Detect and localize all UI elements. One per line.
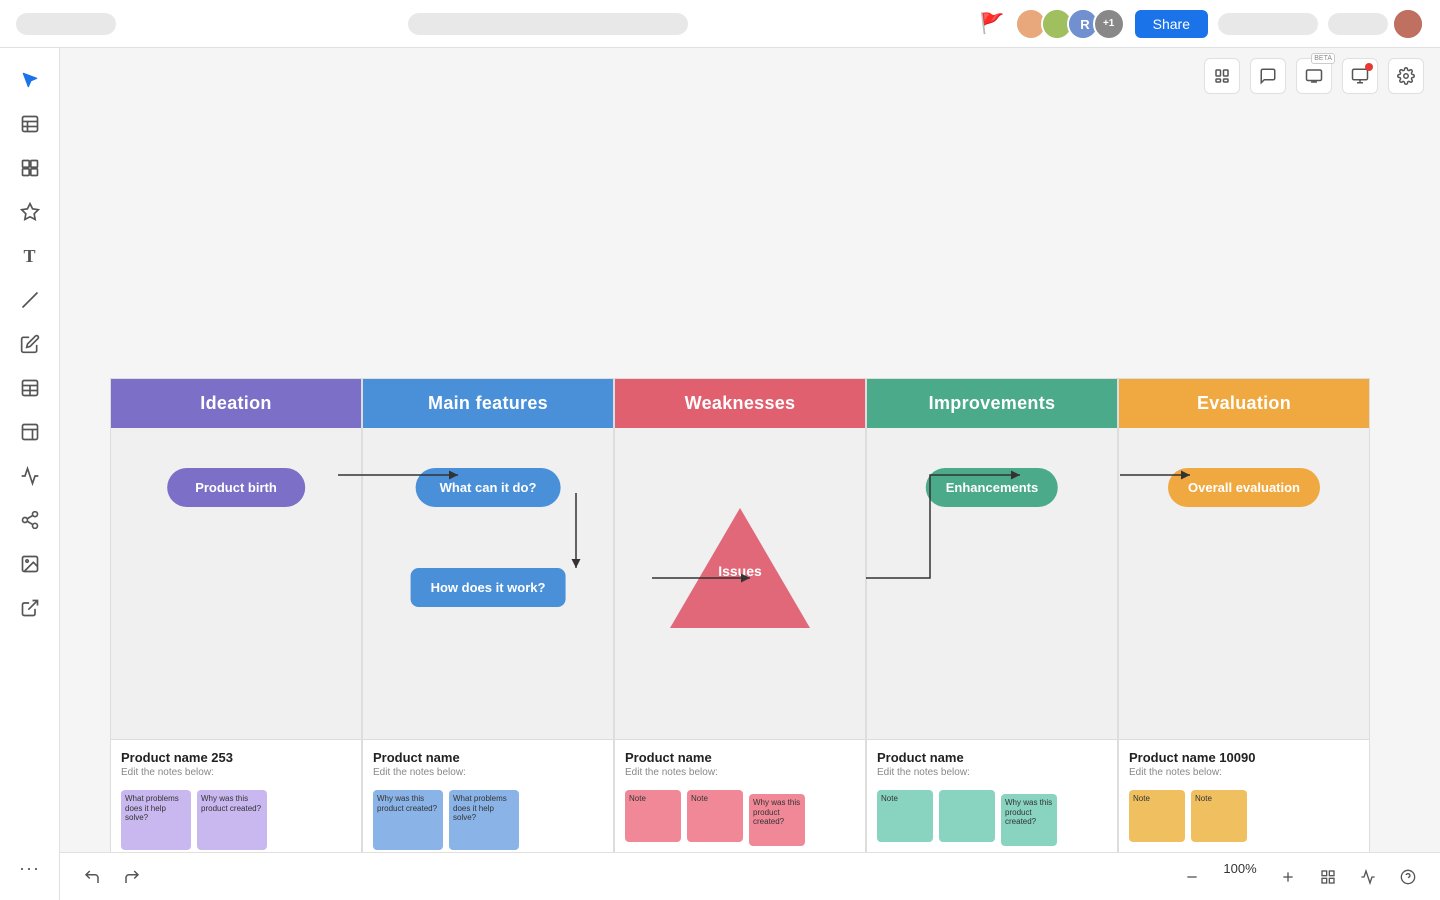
canvas: Ideation Product birth Product name 253 … bbox=[60, 48, 1440, 900]
settings-icon-btn[interactable] bbox=[1388, 58, 1424, 94]
avatar-group: R +1 bbox=[1015, 8, 1125, 40]
present-icon-btn[interactable]: BETA bbox=[1296, 58, 1332, 94]
topbar-right: 🚩 R +1 Share bbox=[980, 8, 1424, 40]
card-ideation-title: Product name 253 bbox=[121, 750, 351, 765]
topbar-input[interactable] bbox=[1218, 13, 1318, 35]
list-item[interactable]: Note bbox=[625, 790, 681, 842]
beta-badge: BETA bbox=[1311, 53, 1335, 64]
sidebar-item-components[interactable] bbox=[10, 148, 50, 188]
zoom-controls: 100% bbox=[1176, 861, 1424, 893]
card-eval-stickies: Note Note bbox=[1129, 786, 1359, 842]
pages-icon-btn[interactable] bbox=[1204, 58, 1240, 94]
list-item[interactable]: Note bbox=[877, 790, 933, 842]
card-improve-sub: Edit the notes below: bbox=[877, 767, 1107, 778]
card-ideation-sub: Edit the notes below: bbox=[121, 767, 351, 778]
product-birth-node[interactable]: Product birth bbox=[167, 468, 305, 507]
sidebar-item-workflow[interactable] bbox=[10, 500, 50, 540]
toolbar-right: BETA bbox=[1204, 58, 1424, 94]
sidebar-item-sticky[interactable] bbox=[10, 412, 50, 452]
enhancements-label: Enhancements bbox=[926, 468, 1058, 507]
help-button[interactable] bbox=[1392, 861, 1424, 893]
sidebar-item-favorites[interactable] bbox=[10, 192, 50, 232]
undo-button[interactable] bbox=[76, 861, 108, 893]
sidebar-item-embed[interactable] bbox=[10, 588, 50, 628]
overall-node[interactable]: Overall evaluation bbox=[1168, 468, 1320, 507]
zoom-level: 100% bbox=[1216, 861, 1264, 893]
flag-icon: 🚩 bbox=[980, 11, 1005, 36]
svg-text:R: R bbox=[1080, 17, 1090, 32]
sidebar-item-table[interactable] bbox=[10, 368, 50, 408]
share-button[interactable]: Share bbox=[1135, 10, 1208, 38]
list-item[interactable]: What problems does it help solve? bbox=[121, 790, 191, 850]
list-item[interactable]: Why was this product created? bbox=[1001, 794, 1057, 846]
sidebar-item-line[interactable] bbox=[10, 280, 50, 320]
sidebar-item-chart[interactable] bbox=[10, 456, 50, 496]
search-bar[interactable] bbox=[408, 13, 688, 35]
how-does-node[interactable]: How does it work? bbox=[411, 568, 566, 607]
list-item[interactable] bbox=[939, 790, 995, 842]
card-weak-sub: Edit the notes below: bbox=[625, 767, 855, 778]
list-item[interactable]: Note bbox=[687, 790, 743, 842]
zoom-in-button[interactable] bbox=[1272, 861, 1304, 893]
sidebar-item-notes[interactable] bbox=[10, 104, 50, 144]
issues-label: Issues bbox=[718, 563, 762, 579]
col-main: Main features What can it do? How does i… bbox=[362, 378, 614, 900]
topbar-center bbox=[116, 13, 980, 35]
sidebar-item-more[interactable]: ··· bbox=[10, 848, 50, 888]
issues-node[interactable]: Issues bbox=[670, 508, 810, 628]
avatar-plus: +1 bbox=[1093, 8, 1125, 40]
card-weak-title: Product name bbox=[625, 750, 855, 765]
col-weaknesses-header: Weaknesses bbox=[615, 379, 865, 428]
card-main-stickies: Why was this product created? What probl… bbox=[373, 786, 603, 850]
kanban-board: Ideation Product birth Product name 253 … bbox=[110, 378, 1370, 900]
fit-view-button[interactable] bbox=[1312, 861, 1344, 893]
col-weaknesses: Weaknesses Issues Product name Edit the … bbox=[614, 378, 866, 900]
sidebar-item-text[interactable]: T bbox=[10, 236, 50, 276]
zoom-out-button[interactable] bbox=[1176, 861, 1208, 893]
col-ideation: Ideation Product birth Product name 253 … bbox=[110, 378, 362, 900]
col-evaluation: Evaluation Overall evaluation Product na… bbox=[1118, 378, 1370, 900]
what-can-node[interactable]: What can it do? bbox=[416, 468, 561, 507]
activity-button[interactable] bbox=[1352, 861, 1384, 893]
overall-label: Overall evaluation bbox=[1168, 468, 1320, 507]
screen-icon-btn[interactable] bbox=[1342, 58, 1378, 94]
topbar: 🚩 R +1 Share bbox=[0, 0, 1440, 48]
topbar-left bbox=[16, 13, 116, 35]
user-avatar[interactable] bbox=[1392, 8, 1424, 40]
list-item[interactable]: Why was this product created? bbox=[373, 790, 443, 850]
product-birth-label: Product birth bbox=[167, 468, 305, 507]
list-item[interactable]: Note bbox=[1129, 790, 1185, 842]
col-improvements-header: Improvements bbox=[867, 379, 1117, 428]
list-item[interactable]: Why was this product created? bbox=[197, 790, 267, 850]
sidebar-item-image[interactable] bbox=[10, 544, 50, 584]
redo-button[interactable] bbox=[116, 861, 148, 893]
card-ideation-stickies: What problems does it help solve? Why wa… bbox=[121, 786, 351, 850]
col-main-header: Main features bbox=[363, 379, 613, 428]
col-evaluation-header: Evaluation bbox=[1119, 379, 1369, 428]
card-improve-title: Product name bbox=[877, 750, 1107, 765]
topbar-btn2[interactable] bbox=[1328, 13, 1388, 35]
bottom-toolbar: 100% bbox=[60, 852, 1440, 900]
what-can-label: What can it do? bbox=[416, 468, 561, 507]
left-sidebar: T ··· bbox=[0, 48, 60, 900]
list-item[interactable]: Why was this product created? bbox=[749, 794, 805, 846]
card-main-title: Product name bbox=[373, 750, 603, 765]
comment-icon-btn[interactable] bbox=[1250, 58, 1286, 94]
card-eval-title: Product name 10090 bbox=[1129, 750, 1359, 765]
col-improvements: Improvements Enhancements Product name E… bbox=[866, 378, 1118, 900]
sidebar-item-draw[interactable] bbox=[10, 324, 50, 364]
breadcrumb[interactable] bbox=[16, 13, 116, 35]
sidebar-item-select[interactable] bbox=[10, 60, 50, 100]
card-eval-sub: Edit the notes below: bbox=[1129, 767, 1359, 778]
how-does-label: How does it work? bbox=[411, 568, 566, 607]
col-ideation-header: Ideation bbox=[111, 379, 361, 428]
card-main-sub: Edit the notes below: bbox=[373, 767, 603, 778]
list-item[interactable]: Note bbox=[1191, 790, 1247, 842]
red-dot bbox=[1365, 63, 1373, 71]
enhancements-node[interactable]: Enhancements bbox=[926, 468, 1058, 507]
list-item[interactable]: What problems does it help solve? bbox=[449, 790, 519, 850]
